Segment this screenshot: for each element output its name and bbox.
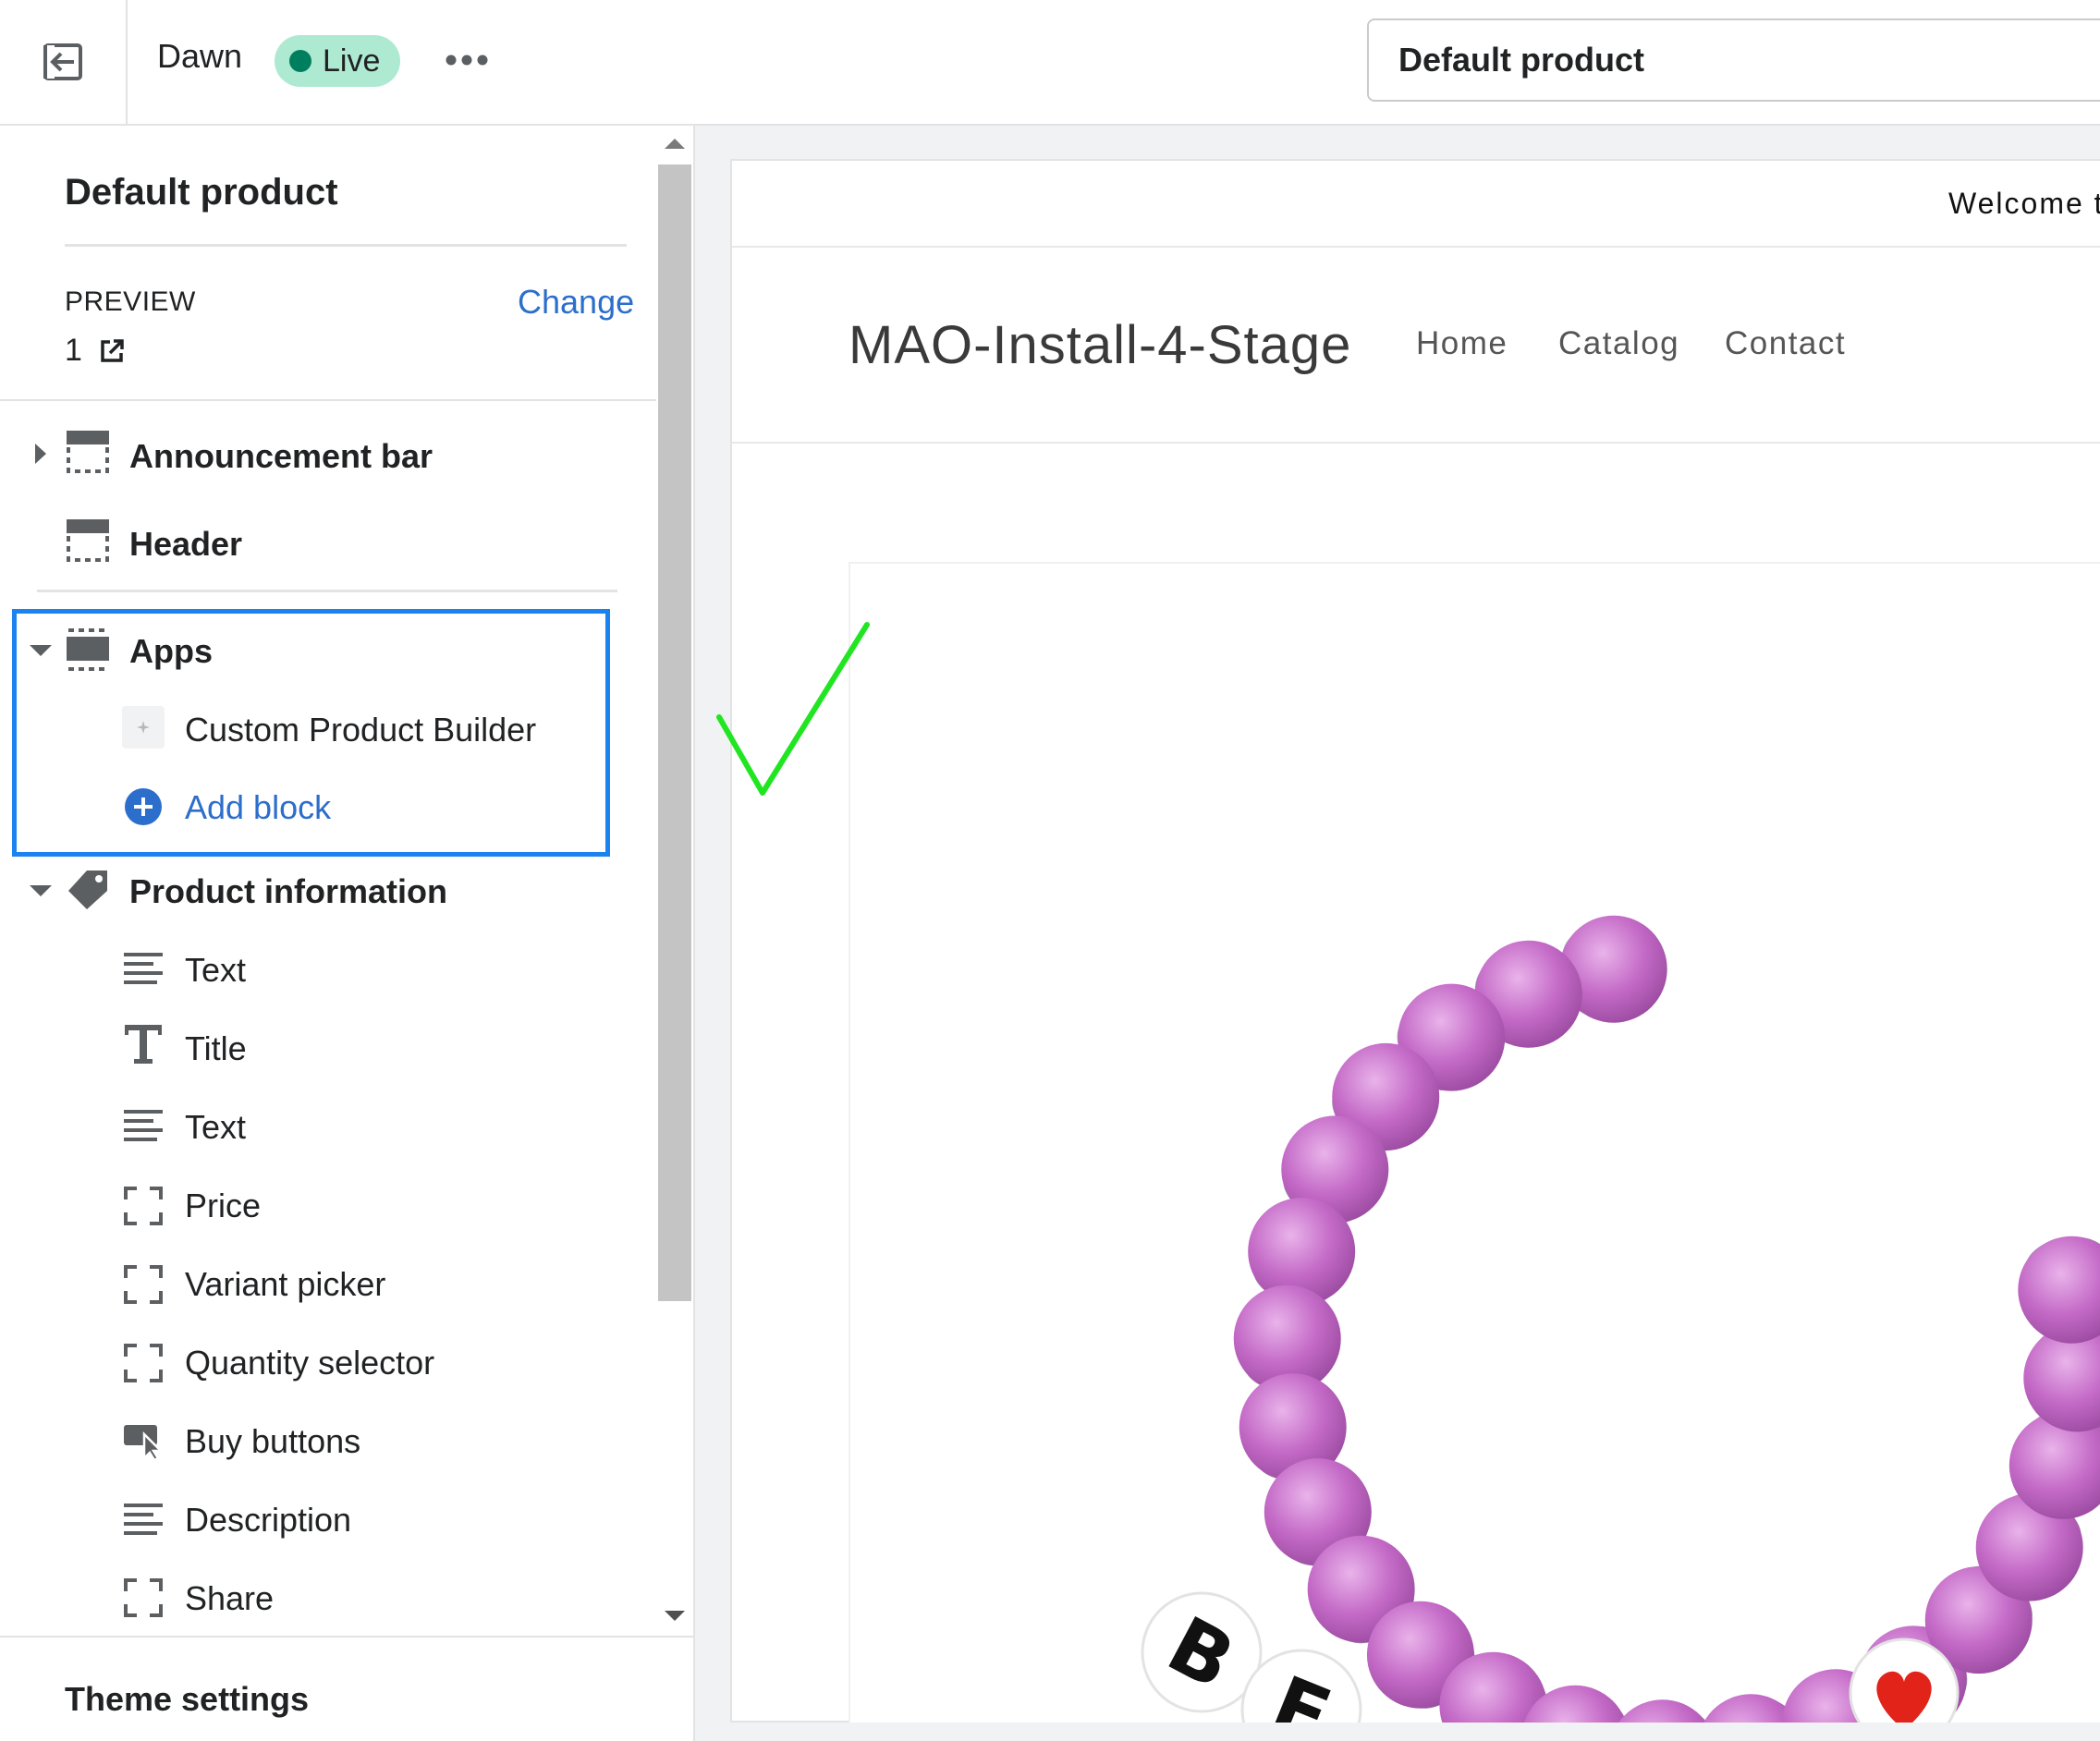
block-description[interactable]: Description <box>185 1501 351 1540</box>
scroll-down-arrow-icon[interactable] <box>665 1611 685 1621</box>
block-price[interactable]: Price <box>185 1187 261 1225</box>
block-custom-product-builder[interactable]: Custom Product Builder <box>185 711 536 749</box>
section-announcement-bar[interactable]: Announcement bar <box>129 437 433 476</box>
more-actions-button[interactable] <box>434 37 499 83</box>
divider <box>65 244 627 247</box>
divider <box>37 590 617 592</box>
block-share[interactable]: Share <box>185 1579 274 1618</box>
pink-bead <box>2018 1236 2100 1344</box>
template-selector[interactable]: Default product <box>1367 18 2100 102</box>
dashed-frame-icon <box>124 1265 163 1309</box>
text-lines-icon <box>124 1503 163 1540</box>
scroll-up-arrow-icon[interactable] <box>665 139 685 149</box>
store-announcement-bar <box>732 161 2100 248</box>
exit-editor-button[interactable] <box>0 0 128 124</box>
text-lines-icon <box>124 952 163 990</box>
add-block-link[interactable]: Add block <box>185 788 331 827</box>
section-icon <box>67 519 109 566</box>
block-variant-picker[interactable]: Variant picker <box>185 1265 385 1304</box>
preview-label: PREVIEW <box>65 286 196 317</box>
live-status-badge: Live <box>275 35 401 87</box>
green-checkmark-annotation <box>716 622 870 796</box>
theme-settings-link[interactable]: Theme settings <box>65 1680 309 1719</box>
app-block-icon <box>122 706 165 749</box>
block-quantity-selector[interactable]: Quantity selector <box>185 1344 434 1382</box>
expand-caret-icon[interactable] <box>35 444 46 464</box>
announcement-text: Welcome t <box>1948 187 2100 220</box>
pink-bead <box>1618 1699 1707 1723</box>
block-buy-buttons[interactable]: Buy buttons <box>185 1422 360 1461</box>
block-title[interactable]: Title <box>185 1029 247 1068</box>
theme-name: Dawn <box>157 37 243 75</box>
block-text[interactable]: Text <box>185 1108 246 1147</box>
apps-section-icon <box>67 628 109 676</box>
preview-product[interactable]: 1 <box>65 333 125 369</box>
section-header[interactable]: Header <box>129 525 242 564</box>
collapse-caret-icon[interactable] <box>30 885 52 896</box>
dashed-frame-icon <box>124 1344 163 1387</box>
section-apps[interactable]: Apps <box>129 632 213 671</box>
section-icon <box>67 431 109 478</box>
nav-link-catalog[interactable]: Catalog <box>1558 325 1679 362</box>
sidebar-title: Default product <box>65 172 338 213</box>
divider <box>732 442 2100 444</box>
template-selector-value: Default product <box>1398 41 1644 79</box>
bracelet-image: B E <box>1141 915 2100 1723</box>
external-link-icon[interactable] <box>99 338 125 364</box>
title-icon <box>124 1024 163 1069</box>
tag-icon <box>67 869 111 916</box>
more-horizontal-icon <box>446 55 488 66</box>
dashed-frame-icon <box>124 1578 163 1622</box>
change-preview-link[interactable]: Change <box>518 283 634 322</box>
block-text[interactable]: Text <box>185 951 246 990</box>
scrollbar-thumb[interactable] <box>658 164 691 1301</box>
collapse-caret-icon[interactable] <box>30 645 52 656</box>
live-badge-label: Live <box>323 43 381 79</box>
nav-link-home[interactable]: Home <box>1416 325 1508 362</box>
divider <box>0 1636 695 1638</box>
preview-product-value: 1 <box>65 333 82 368</box>
dashed-frame-icon <box>124 1187 163 1230</box>
nav-link-contact[interactable]: Contact <box>1725 325 1846 362</box>
live-dot-icon <box>289 50 311 72</box>
product-image[interactable]: B E <box>849 562 2100 1723</box>
store-logo-text[interactable]: MAO-Install-4-Stage <box>849 314 1351 376</box>
divider <box>0 399 656 401</box>
section-product-information[interactable]: Product information <box>129 872 447 911</box>
exit-icon <box>43 43 82 80</box>
add-block-icon[interactable] <box>124 787 163 831</box>
text-lines-icon <box>124 1109 163 1147</box>
buy-button-cursor-icon <box>124 1423 165 1465</box>
